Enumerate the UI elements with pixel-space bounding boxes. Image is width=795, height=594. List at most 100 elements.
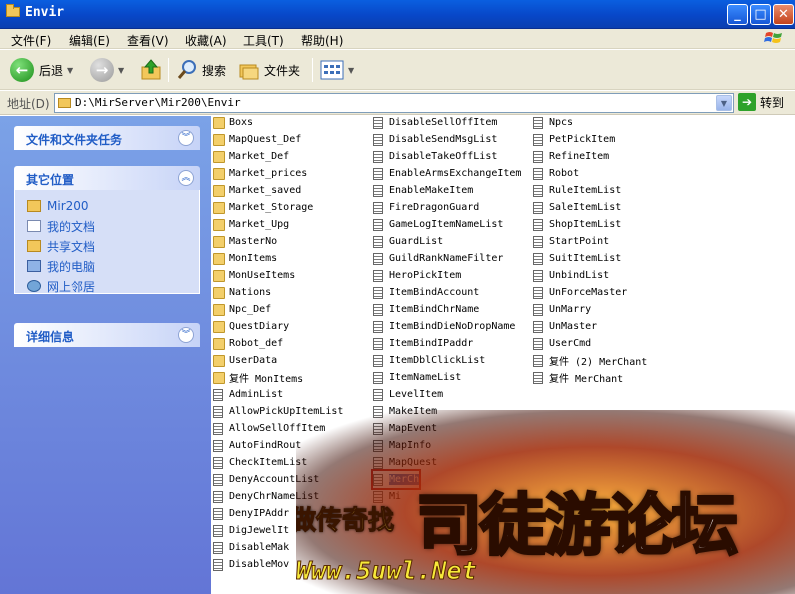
file-item[interactable]: UnForceMaster <box>533 284 627 301</box>
folder-item[interactable]: MapQuest_Def <box>213 131 301 148</box>
chevron-double-down-icon[interactable]: ︾ <box>178 130 194 146</box>
text-file-icon <box>533 218 543 231</box>
text-file-icon <box>533 184 543 197</box>
file-item[interactable]: ItemNameList <box>373 369 461 386</box>
file-item[interactable]: GuildRankNameFilter <box>373 250 503 267</box>
views-button[interactable]: ▼ <box>320 56 354 84</box>
file-item[interactable]: ItemBindDieNoDropName <box>373 318 515 335</box>
close-button[interactable]: ✕ <box>773 4 794 25</box>
search-button[interactable]: 搜索 <box>176 56 226 84</box>
file-tasks-header[interactable]: 文件和文件夹任务 ︾ <box>14 126 200 150</box>
folder-item[interactable]: MonUseItems <box>213 267 295 284</box>
menu-help[interactable]: 帮助(H) <box>301 32 343 49</box>
chevron-double-down-icon[interactable]: ︾ <box>178 327 194 343</box>
menu-view[interactable]: 查看(V) <box>127 32 169 49</box>
text-file-icon <box>373 303 383 316</box>
chevron-double-up-icon[interactable]: ︽ <box>178 170 194 186</box>
file-item[interactable]: DisableMov <box>213 556 289 573</box>
file-item[interactable]: AutoFindRout <box>213 437 301 454</box>
folder-item[interactable]: Market_saved <box>213 182 301 199</box>
folder-item[interactable]: 复件 MonItems <box>213 369 303 386</box>
file-item[interactable]: ItemBindIPaddr <box>373 335 473 352</box>
folder-item[interactable]: Npc_Def <box>213 301 271 318</box>
file-item[interactable]: ItemDblClickList <box>373 352 485 369</box>
folders-button[interactable]: 文件夹 <box>238 56 300 84</box>
folder-item[interactable]: MonItems <box>213 250 277 267</box>
place-network[interactable]: 网上邻居 <box>27 276 199 296</box>
menu-favorites[interactable]: 收藏(A) <box>185 32 227 49</box>
forward-button[interactable]: → ▼ <box>90 56 124 84</box>
file-item[interactable]: DisableTakeOffList <box>373 148 497 165</box>
file-item[interactable]: GuardList <box>373 233 443 250</box>
item-label: HeroPickItem <box>389 270 462 281</box>
minimize-button[interactable]: _ <box>727 4 748 25</box>
folder-item[interactable]: Market_Def <box>213 148 289 165</box>
place-my-computer[interactable]: 我的电脑 <box>27 256 199 276</box>
file-item[interactable]: EnableArmsExchangeItem <box>373 165 521 182</box>
folder-item[interactable]: QuestDiary <box>213 318 289 335</box>
file-item[interactable]: SaleItemList <box>533 199 621 216</box>
title-bar[interactable]: Envir _ □ ✕ <box>0 0 795 29</box>
folder-item[interactable]: Market_prices <box>213 165 307 182</box>
file-item[interactable]: UnMaster <box>533 318 597 335</box>
file-item[interactable]: Robot <box>533 165 579 182</box>
item-label: 复件 MerChant <box>549 374 624 385</box>
file-item[interactable]: 复件 (2) MerChant <box>533 352 647 369</box>
file-item[interactable]: ItemBindChrName <box>373 301 479 318</box>
file-item[interactable]: FireDragonGuard <box>373 199 479 216</box>
file-item[interactable]: ItemBindAccount <box>373 284 479 301</box>
menu-file[interactable]: 文件(F) <box>11 32 51 49</box>
file-item[interactable]: DenyIPAddr <box>213 505 289 522</box>
file-item[interactable]: GameLogItemNameList <box>373 216 503 233</box>
file-item[interactable]: PetPickItem <box>533 131 615 148</box>
text-file-icon <box>373 167 383 180</box>
folder-item[interactable]: Nations <box>213 284 271 301</box>
text-file-icon <box>213 541 223 554</box>
text-file-icon <box>533 116 543 129</box>
file-item[interactable]: CheckItemList <box>213 454 307 471</box>
file-item[interactable]: LevelItem <box>373 386 443 403</box>
file-item[interactable]: DisableMak <box>213 539 289 556</box>
text-file-icon <box>373 337 383 350</box>
file-item[interactable]: UnbindList <box>533 267 609 284</box>
file-item[interactable]: EnableMakeItem <box>373 182 473 199</box>
text-file-icon <box>533 371 543 384</box>
folder-item[interactable]: Boxs <box>213 114 253 131</box>
file-item[interactable]: UserCmd <box>533 335 591 352</box>
chevron-down-icon[interactable]: ▼ <box>118 66 124 75</box>
chevron-down-icon[interactable]: ▼ <box>67 66 73 75</box>
file-item[interactable]: AdminList <box>213 386 283 403</box>
chevron-down-icon[interactable]: ▼ <box>716 95 732 111</box>
menu-edit[interactable]: 编辑(E) <box>69 32 110 49</box>
folder-item[interactable]: UserData <box>213 352 277 369</box>
maximize-button[interactable]: □ <box>750 4 771 25</box>
file-item[interactable]: RefineItem <box>533 148 609 165</box>
place-shared-documents[interactable]: 共享文档 <box>27 236 199 256</box>
folder-item[interactable]: Market_Upg <box>213 216 289 233</box>
file-item[interactable]: 复件 MerChant <box>533 369 623 386</box>
back-button[interactable]: ← 后退 ▼ <box>10 56 73 84</box>
go-button[interactable]: ➔ 转到 <box>738 93 784 111</box>
file-item[interactable]: DigJewelIt <box>213 522 289 539</box>
file-item[interactable]: DisableSellOffItem <box>373 114 497 131</box>
up-folder-icon <box>141 59 161 80</box>
up-folder-button[interactable] <box>140 56 162 84</box>
folder-item[interactable]: Robot_def <box>213 335 283 352</box>
menu-tools[interactable]: 工具(T) <box>243 32 284 49</box>
item-label: AutoFindRout <box>229 440 302 451</box>
file-item[interactable]: HeroPickItem <box>373 267 461 284</box>
place-my-documents[interactable]: 我的文档 <box>27 216 199 236</box>
folder-item[interactable]: MasterNo <box>213 233 277 250</box>
address-input[interactable]: D:\MirServer\Mir200\Envir ▼ <box>54 93 734 113</box>
folder-item[interactable]: Market_Storage <box>213 199 313 216</box>
file-item[interactable]: DisableSendMsgList <box>373 131 497 148</box>
file-item[interactable]: SuitItemList <box>533 250 621 267</box>
other-places-header[interactable]: 其它位置 ︽ <box>14 166 200 190</box>
file-item[interactable]: ShopItemList <box>533 216 621 233</box>
file-item[interactable]: StartPoint <box>533 233 609 250</box>
place-mir200[interactable]: Mir200 <box>27 196 199 216</box>
file-item[interactable]: RuleItemList <box>533 182 621 199</box>
file-item[interactable]: Npcs <box>533 114 573 131</box>
file-item[interactable]: UnMarry <box>533 301 591 318</box>
details-header[interactable]: 详细信息 ︾ <box>14 323 200 347</box>
